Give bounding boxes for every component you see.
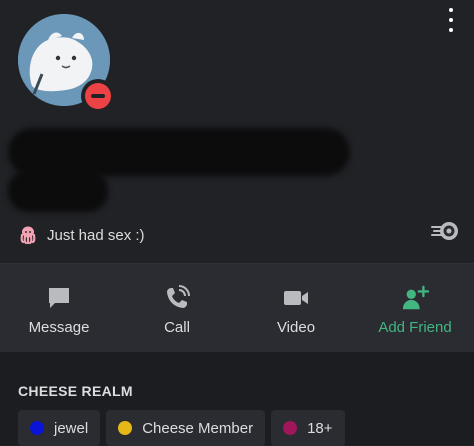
octopus-emoji-icon — [18, 225, 38, 245]
role-name: Cheese Member — [142, 419, 254, 437]
add-friend-button[interactable]: Add Friend — [356, 264, 474, 353]
role-pill[interactable]: Cheese Member — [106, 410, 266, 446]
role-list: jewel Cheese Member 18+ — [18, 410, 351, 446]
add-friend-label: Add Friend — [378, 319, 452, 336]
guild-section: CHEESE REALM jewel Cheese Member 18+ — [0, 352, 474, 446]
custom-status: Just had sex :) — [18, 224, 145, 246]
custom-status-text: Just had sex :) — [47, 226, 145, 244]
video-button[interactable]: Video — [237, 264, 355, 353]
role-pill[interactable]: jewel — [18, 410, 101, 446]
video-camera-icon — [282, 284, 310, 312]
role-name: jewel — [54, 419, 89, 437]
video-label: Video — [276, 319, 316, 336]
role-name: 18+ — [307, 419, 333, 437]
message-label: Message — [28, 319, 90, 336]
call-label: Call — [164, 319, 190, 336]
nitro-badge-icon[interactable] — [430, 220, 460, 242]
profile-header: Just had sex :) — [0, 0, 474, 263]
call-button[interactable]: Call — [118, 264, 236, 353]
role-pill[interactable]: 18+ — [271, 410, 345, 446]
message-button[interactable]: Message — [0, 264, 118, 353]
profile-actions: Message Call Video Add Friend — [0, 263, 474, 353]
role-color-dot — [118, 421, 133, 435]
phone-icon — [163, 284, 191, 312]
dnd-status-icon — [81, 79, 115, 113]
redacted-username — [8, 128, 350, 176]
message-icon — [45, 284, 73, 312]
more-options-icon[interactable] — [444, 8, 458, 32]
add-friend-icon — [401, 284, 429, 312]
role-color-dot — [30, 421, 44, 435]
guild-name: CHEESE REALM — [18, 383, 133, 399]
redacted-tag — [8, 170, 108, 212]
role-color-dot — [283, 421, 298, 435]
